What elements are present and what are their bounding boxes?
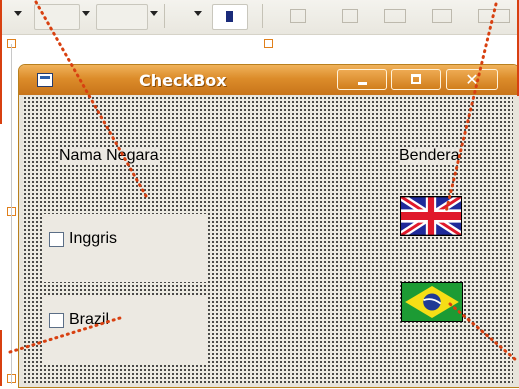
form-icon (226, 11, 233, 22)
checkbox-box[interactable] (49, 313, 64, 328)
design-surface-edge (11, 44, 12, 384)
size-icon[interactable] (342, 9, 358, 23)
toolbar-separator (164, 4, 165, 28)
title-bar[interactable]: CheckBox ✕ (19, 65, 519, 95)
close-button[interactable]: ✕ (446, 69, 498, 90)
label-bendera: Bendera (399, 147, 460, 165)
checkbox-box[interactable] (49, 232, 64, 247)
minimize-button[interactable] (337, 69, 387, 90)
form-window[interactable]: CheckBox ✕ Nama Negara Bendera Inggris B… (18, 64, 519, 388)
center-icon[interactable] (432, 9, 452, 23)
spacing-icon[interactable] (384, 9, 406, 23)
toolbar-button-layout[interactable] (34, 4, 80, 30)
checkbox-label-brazil: Brazil (69, 311, 110, 328)
form-client-area[interactable]: Nama Negara Bendera Inggris Brazil (23, 96, 513, 383)
label-nama-negara: Nama Negara (59, 147, 159, 165)
dropdown-arrow-icon[interactable] (14, 11, 22, 16)
checkbox-label-inggris: Inggris (69, 230, 118, 247)
ide-toolbar (0, 0, 519, 35)
toolbar-button-form[interactable] (212, 4, 248, 30)
form-app-icon (37, 73, 53, 87)
toolbar-button-grid[interactable] (96, 4, 148, 30)
uk-flag (400, 196, 462, 236)
align-icon[interactable] (290, 9, 306, 23)
dropdown-arrow-icon[interactable] (194, 11, 202, 16)
window-title: CheckBox (139, 71, 227, 90)
checkbox-inggris[interactable]: Inggris (43, 214, 208, 282)
toolbar-separator (262, 4, 263, 28)
maximize-button[interactable] (391, 69, 441, 90)
resize-handle[interactable] (264, 39, 273, 48)
dropdown-arrow-icon[interactable] (82, 11, 90, 16)
maximize-icon (411, 74, 421, 84)
dropdown-arrow-icon[interactable] (150, 11, 158, 16)
minimize-icon (358, 82, 367, 85)
checkbox-brazil[interactable]: Brazil (43, 295, 208, 363)
order-icon[interactable] (478, 9, 510, 23)
close-icon: ✕ (465, 70, 479, 89)
brazil-flag (401, 282, 463, 322)
